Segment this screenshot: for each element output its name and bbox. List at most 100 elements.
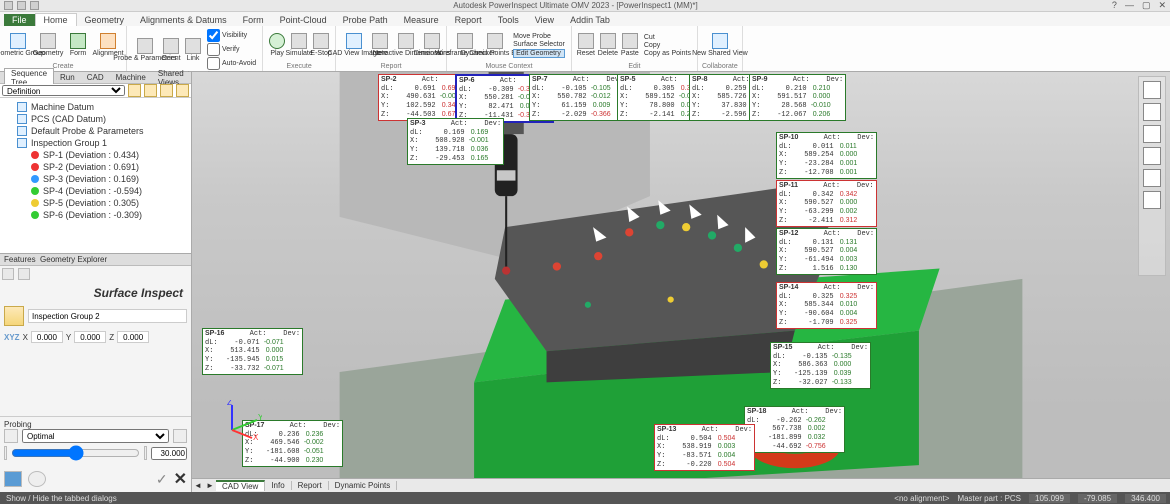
qat-undo-icon[interactable] bbox=[17, 1, 26, 10]
seqtab-cad[interactable]: CAD bbox=[81, 73, 110, 82]
callout-sp-16[interactable]: SP-16 Act: Dev: dL: -0.071 -0.071 X: 513… bbox=[202, 328, 303, 375]
callout-sp-3[interactable]: SP-3 Act: Dev: dL: 0.169 0.169 X: 508.92… bbox=[407, 118, 504, 165]
tab-probepath[interactable]: Probe Path bbox=[335, 14, 396, 26]
link-button[interactable]: Link bbox=[183, 33, 203, 67]
x-input[interactable] bbox=[31, 331, 63, 343]
cad-viewport[interactable]: SP-2 Act: Dev: dL: 0.691 0.691 X: 490.63… bbox=[192, 72, 1170, 492]
play-button[interactable]: Play bbox=[267, 28, 287, 62]
vptab-cadview[interactable]: CAD View bbox=[216, 480, 265, 491]
toolbtn-4[interactable] bbox=[176, 84, 189, 97]
viewcube-front[interactable] bbox=[1143, 103, 1161, 121]
callout-sp-12[interactable]: SP-12 Act: Dev: dL: 0.131 0.131 X: 590.5… bbox=[776, 228, 877, 275]
form-button[interactable]: Form bbox=[64, 28, 92, 62]
probing-opt-icon[interactable] bbox=[173, 429, 187, 443]
moveprobe-item[interactable]: Move Probe bbox=[513, 33, 565, 40]
minimize-button[interactable]: — bbox=[1125, 0, 1134, 11]
probing-mode-select[interactable]: Optimal bbox=[22, 429, 169, 443]
probe-params-button[interactable]: Probe & Parameters bbox=[131, 33, 159, 67]
viewcube-wireframe[interactable] bbox=[1143, 191, 1161, 209]
tree-node[interactable]: SP-6 (Deviation : -0.309) bbox=[3, 209, 188, 221]
tree-node[interactable]: Default Probe & Parameters bbox=[3, 125, 188, 137]
tab-measure[interactable]: Measure bbox=[396, 14, 447, 26]
shared-view-button[interactable]: New Shared View bbox=[706, 28, 734, 62]
tab-form[interactable]: Form bbox=[235, 14, 272, 26]
orient-button[interactable]: Orient bbox=[161, 33, 181, 67]
tree-node[interactable]: SP-5 (Deviation : 0.305) bbox=[3, 197, 188, 209]
help-icon[interactable]: ? bbox=[1112, 0, 1117, 11]
viewcube-iso[interactable] bbox=[1143, 147, 1161, 165]
callout-sp-15[interactable]: SP-15 Act: Dev: dL: -0.135 -0.135 X: 586… bbox=[770, 342, 871, 389]
geometric-group-button[interactable]: Geometric Group bbox=[4, 28, 32, 62]
callout-sp-11[interactable]: SP-11 Act: Dev: dL: 0.342 0.342 X: 590.5… bbox=[776, 180, 877, 227]
btn-cancel[interactable]: ✕ bbox=[174, 469, 187, 489]
vptab-report[interactable]: Report bbox=[292, 481, 329, 490]
btn-accept[interactable]: ✓ bbox=[156, 471, 168, 488]
vptab-dynpoints[interactable]: Dynamic Points bbox=[329, 481, 398, 490]
viewcube-axes[interactable] bbox=[1143, 125, 1161, 143]
callout-sp-7[interactable]: SP-7 Act: Dev: dL: -0.105 -0.105 X: 550.… bbox=[529, 74, 626, 121]
tab-pointcloud[interactable]: Point-Cloud bbox=[272, 14, 335, 26]
tree-node[interactable]: SP-4 (Deviation : -0.594) bbox=[3, 185, 188, 197]
verify-check[interactable]: Verify bbox=[207, 43, 256, 56]
toolbtn-2[interactable] bbox=[144, 84, 157, 97]
group-icon[interactable] bbox=[4, 306, 24, 326]
delete-button[interactable]: Delete bbox=[598, 28, 618, 62]
vptab-info[interactable]: Info bbox=[265, 481, 291, 490]
toolbtn-1[interactable] bbox=[128, 84, 141, 97]
slider-icon[interactable] bbox=[4, 446, 7, 460]
tab-geometry[interactable]: Geometry bbox=[77, 14, 133, 26]
tab-view[interactable]: View bbox=[527, 14, 562, 26]
tab-report[interactable]: Report bbox=[447, 14, 490, 26]
dynpoints-button[interactable]: Dynamic Points Editor bbox=[481, 28, 509, 62]
callout-sp-10[interactable]: SP-10 Act: Dev: dL: 0.011 0.011 X: 589.2… bbox=[776, 132, 877, 179]
vp-prev[interactable]: ◄ bbox=[192, 481, 204, 490]
probing-value[interactable] bbox=[151, 447, 187, 460]
maximize-button[interactable]: ▢ bbox=[1142, 0, 1151, 11]
qat-save-icon[interactable] bbox=[4, 1, 13, 10]
feat-tool-2[interactable] bbox=[18, 268, 30, 280]
probing-slider[interactable] bbox=[11, 449, 140, 457]
copy-item[interactable]: Copy bbox=[644, 42, 691, 49]
seqtab-run[interactable]: Run bbox=[54, 73, 81, 82]
tree-node[interactable]: SP-2 (Deviation : 0.691) bbox=[3, 161, 188, 173]
callout-sp-18[interactable]: SP-18 Act: Dev: dL: -0.262 -0.262 X: 567… bbox=[744, 406, 845, 453]
cut-item[interactable]: Cut bbox=[644, 34, 691, 41]
vp-next[interactable]: ► bbox=[204, 481, 216, 490]
tree-node[interactable]: SP-3 (Deviation : 0.169) bbox=[3, 173, 188, 185]
y-input[interactable] bbox=[74, 331, 106, 343]
viewcube[interactable] bbox=[1143, 81, 1161, 99]
seqtab-machine[interactable]: Machine bbox=[110, 73, 152, 82]
btn-monitor[interactable] bbox=[4, 471, 22, 487]
cadview-image-button[interactable]: CAD View Image bbox=[340, 28, 368, 62]
surface-selector-item[interactable]: Surface Selector bbox=[513, 41, 565, 48]
z-input[interactable] bbox=[117, 331, 149, 343]
edit-geometry-item[interactable]: Edit Geometry bbox=[513, 49, 565, 58]
tab-alignments[interactable]: Alignments & Datums bbox=[132, 14, 235, 26]
tree-node[interactable]: Machine Datum bbox=[3, 101, 188, 113]
close-button[interactable]: ✕ bbox=[1158, 0, 1166, 11]
autoavoid-check[interactable]: Auto-Avoid bbox=[207, 57, 256, 70]
btn-record[interactable] bbox=[28, 471, 46, 487]
simulate-button[interactable]: Simulate bbox=[289, 28, 309, 62]
group-name-input[interactable] bbox=[28, 309, 187, 323]
feat-tool-1[interactable] bbox=[2, 268, 14, 280]
tree-node[interactable]: PCS (CAD Datum) bbox=[3, 113, 188, 125]
tree-node[interactable]: SP-1 (Deviation : 0.434) bbox=[3, 149, 188, 161]
paste-button[interactable]: Paste bbox=[620, 28, 640, 62]
callout-sp-9[interactable]: SP-9 Act: Dev: dL: 0.210 0.210 X: 591.51… bbox=[749, 74, 846, 121]
callout-sp-13[interactable]: SP-13 Act: Dev: dL: 0.504 0.504 X: 538.9… bbox=[654, 424, 755, 471]
toolbtn-3[interactable] bbox=[160, 84, 173, 97]
probing-icon[interactable] bbox=[4, 429, 18, 443]
geometry-button[interactable]: Geometry bbox=[34, 28, 62, 62]
tab-file[interactable]: File bbox=[4, 14, 35, 26]
sequence-tree[interactable]: Machine DatumPCS (CAD Datum)Default Prob… bbox=[0, 98, 191, 253]
visibility-check[interactable]: Visibility bbox=[207, 29, 256, 42]
tree-node[interactable]: Inspection Group 1 bbox=[3, 137, 188, 149]
slider-end-icon[interactable] bbox=[144, 446, 147, 460]
tab-addin[interactable]: Addin Tab bbox=[562, 14, 618, 26]
tab-home[interactable]: Home bbox=[35, 13, 77, 26]
viewcube-fit[interactable] bbox=[1143, 169, 1161, 187]
definition-select[interactable]: Definition bbox=[2, 85, 125, 96]
callout-sp-14[interactable]: SP-14 Act: Dev: dL: 0.325 0.325 X: 585.3… bbox=[776, 282, 877, 329]
tab-tools[interactable]: Tools bbox=[490, 14, 527, 26]
